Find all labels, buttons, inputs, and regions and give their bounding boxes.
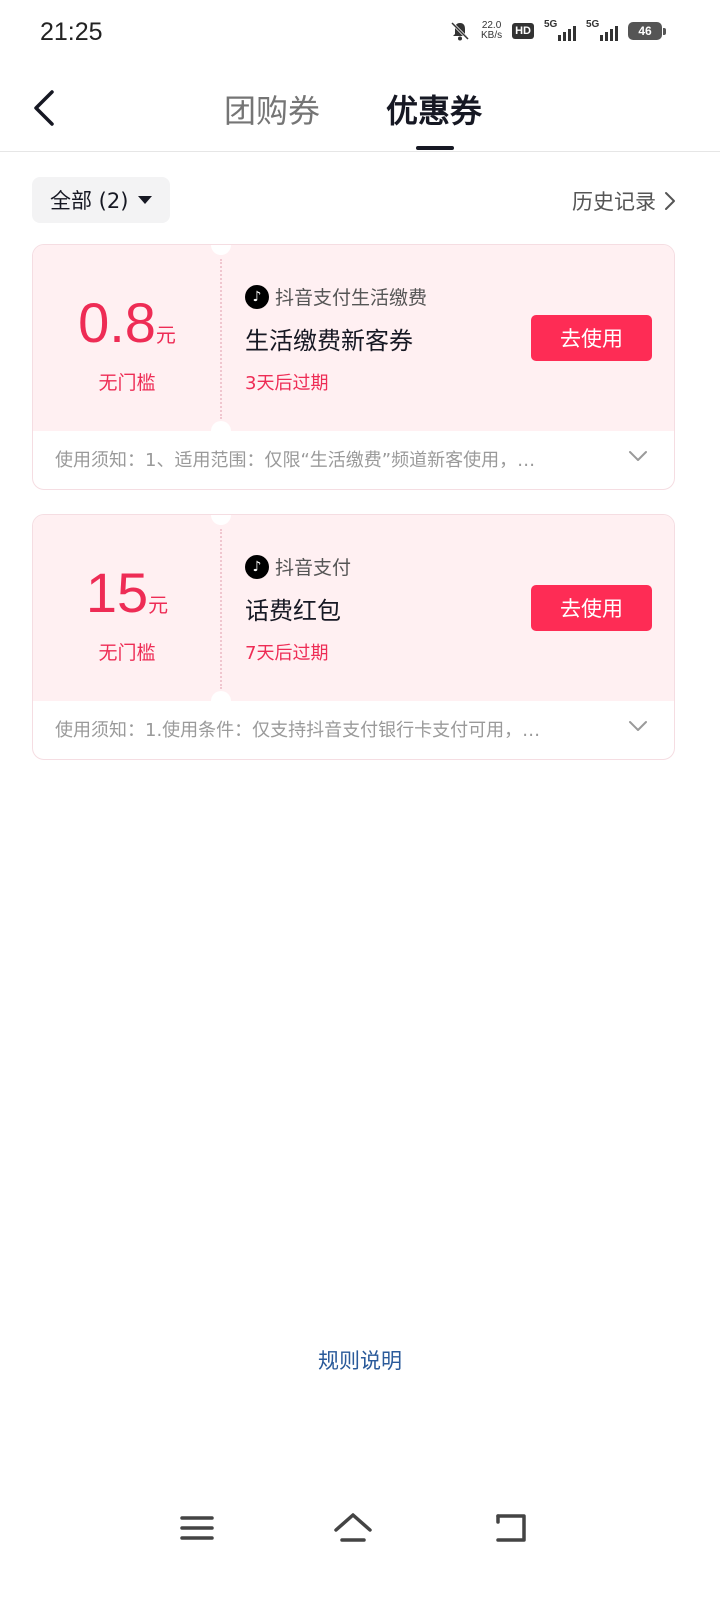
douyin-logo-icon: ♪ — [245, 554, 269, 579]
coupon-title: 话费红包 — [245, 597, 341, 625]
coupon-amount: 0.8元 — [33, 293, 221, 366]
coupon-amount-unit: 元 — [148, 595, 169, 617]
sim1-label: 5G — [544, 19, 558, 30]
douyin-logo-icon: ♪ — [245, 284, 269, 309]
signal-1-icon: 5G — [544, 19, 576, 41]
net-speed: 22.0 KB/s — [481, 21, 502, 41]
filter-label: 全部 (2) — [50, 189, 129, 213]
chevron-down-icon[interactable] — [628, 720, 648, 732]
rules-link[interactable]: 规则说明 — [0, 1345, 720, 1375]
coupon-card: 15元 无门槛 ♪ 抖音支付 话费红包 7天后过期 去使用 使用须知：1.使用条… — [32, 514, 675, 760]
sim2-label: 5G — [586, 19, 600, 30]
battery-icon: 46 — [628, 22, 666, 40]
coupon-amount-unit: 元 — [155, 325, 176, 347]
back-button[interactable] — [28, 86, 68, 130]
coupon-brand-label: 抖音支付生活缴费 — [275, 287, 428, 309]
status-bar: 21:25 22.0 KB/s HD 5G 5G 46 — [0, 0, 720, 66]
coupon-expiry: 3天后过期 — [245, 373, 329, 394]
mute-bell-icon — [450, 21, 470, 41]
use-coupon-button[interactable]: 去使用 — [531, 315, 652, 361]
back-nav-icon[interactable] — [488, 1508, 532, 1548]
filter-dropdown[interactable]: 全部 (2) — [32, 177, 170, 223]
coupon-notch — [211, 691, 231, 711]
coupon-notice: 使用须知：1.使用条件：仅支持抖音支付银行卡支付可用，… — [55, 720, 541, 741]
tab-indicator — [416, 146, 454, 150]
header: 团购券 优惠券 — [0, 66, 720, 152]
coupon-brand: ♪ 抖音支付 — [245, 553, 351, 580]
system-nav-bar — [0, 1500, 720, 1560]
coupon-threshold: 无门槛 — [98, 642, 156, 664]
chevron-down-icon[interactable] — [628, 450, 648, 462]
hd-icon: HD — [512, 23, 534, 39]
signal-2-icon: 5G — [586, 19, 618, 41]
net-speed-unit: KB/s — [480, 30, 503, 41]
coupon-brand: ♪ 抖音支付生活缴费 — [245, 283, 427, 310]
status-icons: 22.0 KB/s HD 5G 5G 46 — [449, 19, 666, 42]
history-label: 历史记录 — [572, 190, 656, 214]
history-link[interactable]: 历史记录 — [572, 186, 676, 216]
menu-icon[interactable] — [176, 1508, 220, 1548]
coupon-amount-value: 15 — [85, 561, 149, 624]
caret-down-icon — [138, 196, 153, 204]
coupon-card: 0.8元 无门槛 ♪ 抖音支付生活缴费 生活缴费新客券 3天后过期 去使用 使用… — [32, 244, 675, 490]
tab-coupons[interactable]: 优惠券 — [386, 86, 482, 132]
coupon-threshold: 无门槛 — [98, 372, 156, 394]
chevron-left-icon — [34, 90, 54, 126]
chevron-right-icon — [665, 192, 675, 210]
coupon-brand-label: 抖音支付 — [275, 557, 352, 579]
status-time: 21:25 — [40, 18, 103, 46]
coupon-notice: 使用须知：1、适用范围：仅限“生活缴费”频道新客使用，… — [55, 450, 536, 471]
coupon-amount-value: 0.8 — [78, 291, 156, 354]
coupon-expiry: 7天后过期 — [245, 643, 329, 664]
coupon-amount-box: 15元 无门槛 — [33, 563, 221, 665]
coupon-amount: 15元 — [33, 563, 221, 636]
use-coupon-button[interactable]: 去使用 — [531, 585, 652, 631]
coupon-notch — [211, 421, 231, 441]
tab-group-buy[interactable]: 团购券 — [224, 86, 320, 132]
coupon-amount-box: 0.8元 无门槛 — [33, 293, 221, 395]
home-icon[interactable] — [331, 1508, 375, 1548]
coupon-title: 生活缴费新客券 — [245, 327, 413, 355]
